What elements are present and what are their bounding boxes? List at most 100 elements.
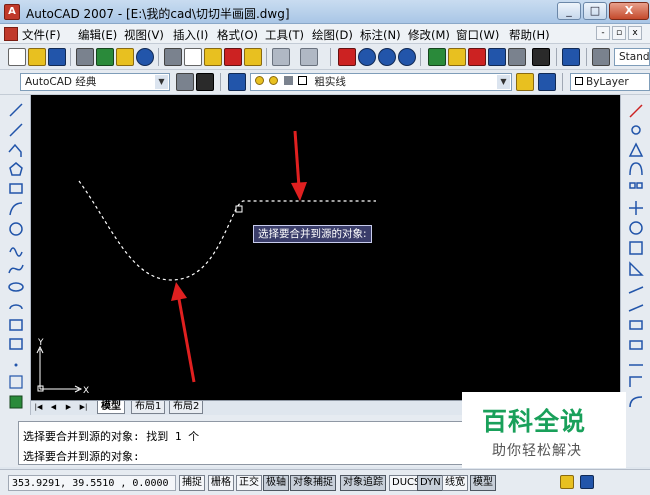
pan-icon[interactable] xyxy=(338,48,356,66)
make-block-icon[interactable] xyxy=(9,338,23,350)
redo-icon[interactable] xyxy=(300,48,318,66)
polyline-icon[interactable] xyxy=(8,143,22,157)
osnap-toggle[interactable]: 对象捕捉 xyxy=(290,475,336,491)
chevron-down-icon[interactable]: ▼ xyxy=(497,75,510,89)
otrack-toggle[interactable]: 对象追踪 xyxy=(340,475,386,491)
help-icon[interactable] xyxy=(562,48,580,66)
menu-window[interactable]: 窗口(W) xyxy=(456,27,499,43)
document-icon[interactable] xyxy=(4,27,18,41)
autocad-app-icon[interactable]: A xyxy=(4,4,20,20)
color-combo[interactable]: ByLayer xyxy=(570,73,650,91)
layer-combo[interactable]: 粗实线 ▼ xyxy=(250,73,512,91)
region-icon[interactable] xyxy=(9,395,23,409)
open-folder-icon[interactable] xyxy=(28,48,46,66)
tab-layout1[interactable]: 布局1 xyxy=(131,401,166,414)
menu-view[interactable]: 视图(V) xyxy=(124,27,164,43)
menu-insert[interactable]: 插入(I) xyxy=(173,27,208,43)
point-icon[interactable] xyxy=(14,363,18,367)
stretch-icon[interactable] xyxy=(629,261,644,276)
extend-icon[interactable] xyxy=(628,304,644,312)
offset-icon[interactable] xyxy=(629,162,643,176)
fillet-icon[interactable] xyxy=(629,396,643,408)
coordinate-readout[interactable]: 353.9291, 39.5510 , 0.0000 xyxy=(8,475,176,491)
new-file-icon[interactable] xyxy=(8,48,26,66)
text-style-combo[interactable]: Stand xyxy=(614,48,650,66)
text-style-icon[interactable] xyxy=(592,48,610,66)
circle-icon[interactable] xyxy=(9,222,23,236)
paste-icon[interactable] xyxy=(204,48,222,66)
first-tab-button[interactable]: |◀ xyxy=(33,402,44,413)
menu-file[interactable]: 文件(F) xyxy=(22,27,61,43)
break-at-point-icon[interactable] xyxy=(629,320,643,330)
tab-layout2[interactable]: 布局2 xyxy=(169,401,204,414)
trim-icon[interactable] xyxy=(628,286,644,294)
spline-icon[interactable] xyxy=(8,264,24,274)
rectangle-icon[interactable] xyxy=(9,183,23,194)
markup-icon[interactable] xyxy=(508,48,526,66)
ortho-toggle[interactable]: 正交 xyxy=(236,475,262,491)
cut-icon[interactable] xyxy=(164,48,182,66)
design-center-icon[interactable] xyxy=(448,48,466,66)
minimize-button[interactable]: _ xyxy=(557,2,581,20)
model-toggle[interactable]: 模型 xyxy=(470,475,496,491)
plot-preview-icon[interactable] xyxy=(96,48,114,66)
doc-minimize-button[interactable]: - xyxy=(596,26,610,40)
copy-icon[interactable] xyxy=(184,48,202,66)
rotate-icon[interactable] xyxy=(629,221,643,235)
block-editor-icon[interactable] xyxy=(244,48,262,66)
dyn-toggle[interactable]: DYN xyxy=(417,475,444,491)
close-button[interactable]: X xyxy=(609,2,649,20)
properties-icon[interactable] xyxy=(428,48,446,66)
workspace-combo[interactable]: AutoCAD 经典 ▼ xyxy=(20,73,170,91)
ellipse-arc-icon[interactable] xyxy=(9,304,23,310)
menu-format[interactable]: 格式(O) xyxy=(217,27,258,43)
zoom-window-icon[interactable] xyxy=(378,48,396,66)
array-icon[interactable] xyxy=(629,182,636,189)
mirror-icon[interactable] xyxy=(628,142,644,157)
menu-tools[interactable]: 工具(T) xyxy=(265,27,304,43)
zoom-previous-icon[interactable] xyxy=(398,48,416,66)
menu-dimension[interactable]: 标注(N) xyxy=(360,27,401,43)
menu-edit[interactable]: 编辑(E) xyxy=(78,27,117,43)
hatch-icon[interactable] xyxy=(9,375,23,389)
grid-toggle[interactable]: 栅格 xyxy=(208,475,234,491)
save-icon[interactable] xyxy=(48,48,66,66)
doc-close-button[interactable]: x xyxy=(628,26,642,40)
chamfer-icon[interactable] xyxy=(629,376,642,387)
communication-center-icon[interactable] xyxy=(580,475,594,489)
match-properties-icon[interactable] xyxy=(224,48,242,66)
maximize-button[interactable]: □ xyxy=(583,2,607,20)
last-tab-button[interactable]: ▶| xyxy=(78,402,89,413)
insert-block-icon[interactable] xyxy=(9,319,23,331)
prev-tab-button[interactable]: ◀ xyxy=(48,402,59,413)
arc-icon[interactable] xyxy=(9,202,23,216)
undo-icon[interactable] xyxy=(272,48,290,66)
menu-modify[interactable]: 修改(M) xyxy=(408,27,450,43)
make-layer-current-icon[interactable] xyxy=(516,73,534,91)
polygon-icon[interactable] xyxy=(9,162,23,176)
polar-toggle[interactable]: 极轴 xyxy=(263,475,289,491)
workspace-settings-icon[interactable] xyxy=(176,73,194,91)
menu-draw[interactable]: 绘图(D) xyxy=(312,27,353,43)
print-icon[interactable] xyxy=(76,48,94,66)
ellipse-icon[interactable] xyxy=(8,282,24,292)
chevron-down-icon[interactable]: ▼ xyxy=(155,75,168,89)
lineweight-toggle[interactable]: 线宽 xyxy=(442,475,468,491)
tool-palettes-icon[interactable] xyxy=(468,48,486,66)
revision-cloud-icon[interactable] xyxy=(9,247,23,257)
zoom-realtime-icon[interactable] xyxy=(358,48,376,66)
line-icon[interactable] xyxy=(9,103,23,117)
layer-manager-icon[interactable] xyxy=(228,73,246,91)
snap-toggle[interactable]: 捕捉 xyxy=(179,475,205,491)
break-icon[interactable] xyxy=(629,340,643,350)
menu-help[interactable]: 帮助(H) xyxy=(509,27,550,43)
layer-previous-icon[interactable] xyxy=(538,73,556,91)
sheet-set-icon[interactable] xyxy=(488,48,506,66)
array-icon-2[interactable] xyxy=(636,182,643,189)
command-prompt-line[interactable]: 选择要合并到源的对象: xyxy=(23,448,140,464)
erase-icon[interactable] xyxy=(629,104,643,118)
toolbar-lock-icon[interactable] xyxy=(560,475,574,489)
workspace-save-icon[interactable] xyxy=(196,73,214,91)
construction-line-icon[interactable] xyxy=(9,123,23,137)
doc-restore-button[interactable]: ▫ xyxy=(612,26,626,40)
